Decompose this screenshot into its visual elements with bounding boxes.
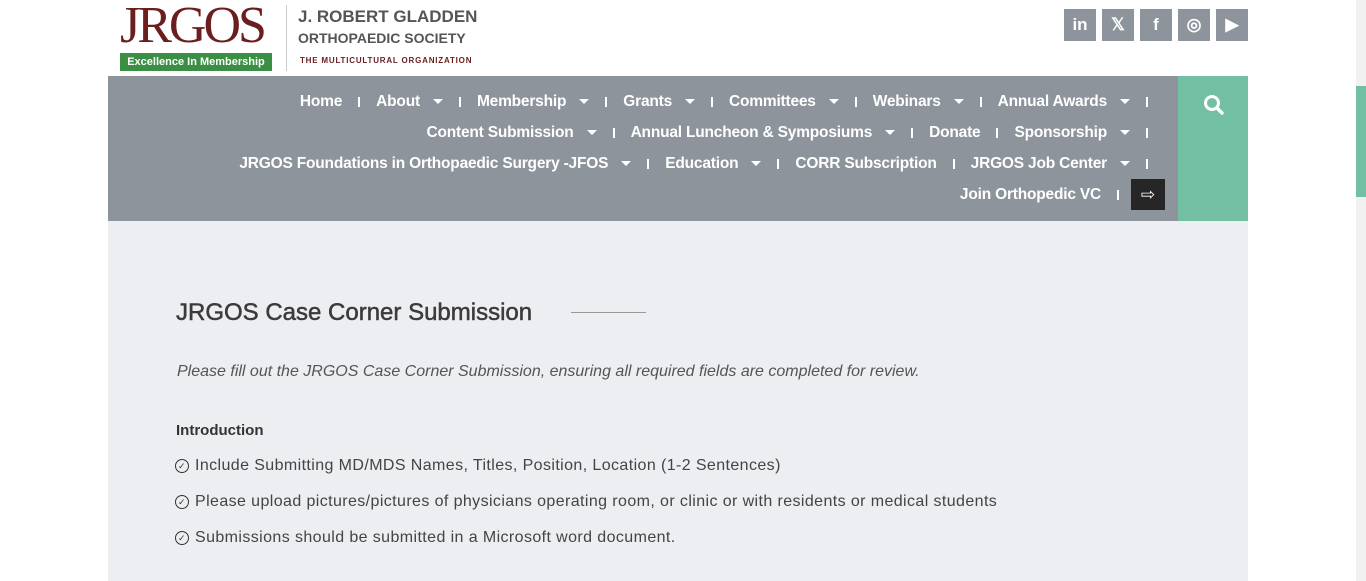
nav-item-label: Webinars [872,92,941,110]
nav-item-label: Join Orthopedic VC [959,185,1101,203]
nav-separator [1117,189,1119,200]
nav-separator [1146,96,1148,107]
chevron-down-icon[interactable] [751,161,762,166]
nav-item-annual-luncheon-symposiums[interactable]: Annual Luncheon & Symposiums [631,124,896,142]
nav-separator [458,96,461,107]
logout-icon: ⇨ [1140,184,1156,204]
social-links: in 𝕏f ◎ ▶ [1064,9,1248,41]
nav-item-corr-subscription[interactable]: CORR Subscription [795,155,936,173]
chevron-down-icon[interactable] [432,99,443,104]
nav-separator [647,158,650,169]
nav-separator [777,158,780,169]
logout-button[interactable]: ⇨ [1131,179,1165,210]
intro-text: Please fill out the JRGOS Case Corner Su… [177,363,920,380]
nav-item-label: Membership [476,92,567,110]
list-item-text: Please upload pictures/pictures of physi… [195,493,998,510]
logo-badge: Excellence In Membership [120,53,272,71]
nav-item-label: About [376,92,420,110]
chevron-down-icon[interactable] [586,130,597,135]
nav-row: Home About Membership Grants Committees Webin… [300,86,1164,117]
facebook-icon[interactable]: f [1140,9,1172,41]
chevron-down-icon[interactable] [1120,161,1130,166]
chevron-down-icon[interactable] [828,99,839,104]
check-circle-icon: ✓ [175,459,189,473]
nav-item-label: Donate [929,123,981,141]
nav-item-label: Grants [623,92,673,110]
list-item-text: Include Submitting MD/MDS Names, Titles,… [195,457,781,474]
page-title: JRGOS Case Corner Submission [176,299,533,327]
nav-item-label: Education [665,154,739,172]
nav-row: JRGOS Foundations in Orthopaedic Surgery… [239,148,1164,179]
nav-separator [952,158,955,169]
nav-item-home[interactable]: Home [300,93,342,111]
divider [286,5,287,71]
chevron-down-icon[interactable] [885,130,896,135]
linkedin-icon[interactable]: in [1064,9,1096,41]
search-icon [1204,95,1224,115]
org-name-line2: ORTHOPAEDIC SOCIETY [298,30,466,46]
search-button[interactable] [1178,76,1248,221]
chevron-down-icon[interactable] [1120,99,1130,104]
nav-item-label: CORR Subscription [795,154,937,172]
nav-item-label: JRGOS Foundations in Orthopaedic Surgery… [239,154,609,172]
list-item: ✓ Include Submitting MD/MDS Names, Titles… [175,457,781,475]
nav-item-annual-awards[interactable]: Annual Awards [998,93,1130,111]
nav-separator [711,96,714,107]
nav-row: Join Orthopedic VC ⇨ [960,179,1165,210]
nav-row: Content Submission Annual Luncheon & Symp… [426,117,1164,148]
nav-item-join-orthopedic-vc[interactable]: Join Orthopedic VC [960,186,1101,204]
nav-item-label: Annual Luncheon & Symposiums [630,123,873,141]
chevron-down-icon[interactable] [621,161,632,166]
nav-separator [605,96,608,107]
list-item: ✓ Submissions should be submitted in a Mi… [175,529,676,547]
nav-item-label: Home [299,92,343,110]
nav-item-label: Committees [729,92,816,110]
nav-separator [1146,158,1148,169]
logo-wordmark: JRGOS [120,0,267,54]
site-logo[interactable]: JRGOS Excellence In Membership [120,0,274,72]
chevron-down-icon[interactable] [1120,130,1130,135]
nav-item-label: Content Submission [426,123,574,141]
section-heading: Introduction [176,422,264,439]
nav-item-education[interactable]: Education [665,154,762,173]
nav-item-committees[interactable]: Committees [729,93,839,111]
chevron-down-icon[interactable] [953,99,964,104]
nav-item-content-submission[interactable]: Content Submission [426,123,597,142]
nav-item-label: Sponsorship [1014,123,1107,141]
nav-separator [612,127,615,138]
x-twitter-icon[interactable]: 𝕏 [1102,9,1134,41]
nav-separator [996,127,999,138]
list-item-text: Submissions should be submitted in a Mic… [195,529,676,546]
nav-separator [911,127,914,138]
nav-item-about[interactable]: About [376,93,443,111]
nav-item-label: Annual Awards [997,92,1108,110]
nav-item-donate[interactable]: Donate [929,123,981,142]
org-name-line1: J. ROBERT GLADDEN [298,7,478,26]
chevron-down-icon[interactable] [579,99,590,104]
nav-item-grants[interactable]: Grants [623,92,696,111]
nav-item-webinars[interactable]: Webinars [873,93,964,111]
nav-item-jrgos-foundations-in-orthopaedic-surgery-jfos[interactable]: JRGOS Foundations in Orthopaedic Surgery… [239,154,632,173]
main-content: JRGOS Case Corner Submission Please fill… [108,221,1248,581]
scrollbar-thumb[interactable] [1356,86,1366,197]
title-underline [571,312,646,313]
nav-item-label: JRGOS Job Center [970,154,1108,172]
main-nav: Home About Membership Grants Committees Webin… [108,76,1178,221]
nav-separator [1146,127,1148,138]
nav-item-sponsorship[interactable]: Sponsorship [1014,124,1130,142]
chevron-down-icon[interactable] [685,99,696,104]
youtube-icon[interactable]: ▶ [1216,9,1248,41]
nav-item-membership[interactable]: Membership [476,92,590,111]
nav-item-jrgos-job-center[interactable]: JRGOS Job Center [971,155,1130,173]
nav-separator [358,96,361,107]
instagram-icon[interactable]: ◎ [1178,9,1210,41]
nav-separator [854,96,857,107]
org-tagline: THE MULTICULTURAL ORGANIZATION [300,56,473,65]
list-item: ✓ Please upload pictures/pictures of phys… [175,493,997,511]
check-circle-icon: ✓ [175,531,189,545]
nav-separator [979,96,982,107]
check-circle-icon: ✓ [175,495,189,509]
